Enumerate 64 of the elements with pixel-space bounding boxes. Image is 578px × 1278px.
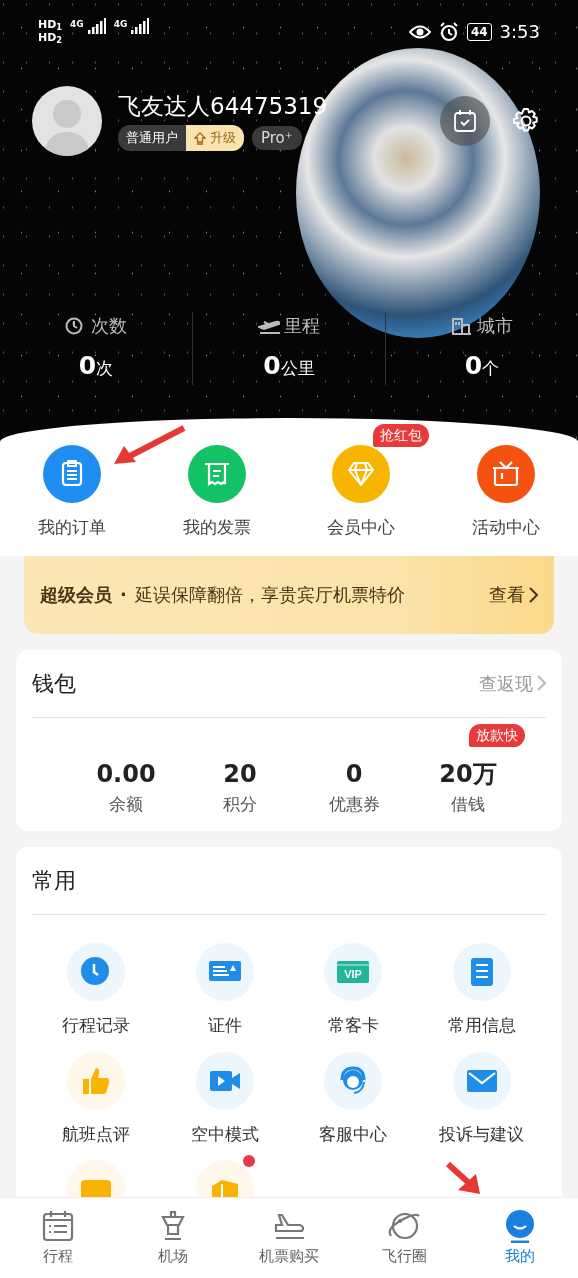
shortcut-item[interactable]: 常用信息 (417, 942, 546, 1040)
calendar-button[interactable] (440, 96, 490, 146)
shortcut-item[interactable]: 投诉与建议 (417, 1050, 546, 1148)
chevron-icon (537, 675, 546, 691)
sim-label: HD$_{1}$ (38, 18, 63, 31)
promo-badge: 抢红包 (373, 424, 429, 447)
shortcut-item[interactable]: 证件 (160, 942, 289, 1040)
annotation-arrow (446, 1162, 482, 1196)
stat-label: 次数 (91, 314, 127, 338)
shortcut-item[interactable]: VIP 常客卡 (289, 942, 418, 1040)
stat-label: 里程 (284, 314, 320, 338)
tab[interactable]: 机票购买 (231, 1198, 347, 1278)
membership-banner[interactable]: 超级会员 · 延误保障翻倍，享贵宾厅机票特价 查看 (24, 555, 554, 634)
quick-menu-item[interactable]: 我的订单 (32, 444, 113, 542)
stat-value: 0 (464, 350, 483, 382)
calendar-icon (452, 108, 478, 134)
eye-icon (408, 23, 431, 40)
chevron-icon (529, 586, 538, 603)
stat-unit: 次 (96, 357, 114, 380)
battery-indicator: 44 (466, 22, 492, 41)
view-link[interactable]: 查看 (489, 581, 538, 608)
tab[interactable]: 我的 (462, 1198, 578, 1278)
status-time: 3:53 (499, 20, 540, 44)
banner-text: 延误保障翻倍，享贵宾厅机票特价 (134, 583, 406, 607)
house-arrow-icon (194, 131, 206, 145)
tab[interactable]: 飞行圈 (346, 1198, 463, 1278)
alarm-icon (438, 21, 459, 42)
network-label: 4G (70, 18, 84, 31)
stat-label: 城市 (477, 314, 513, 338)
tab-icon (40, 1208, 75, 1243)
wallet-label[interactable]: 积分 (183, 791, 297, 817)
promo-badge: 放款快 (469, 723, 525, 747)
wallet-value[interactable]: 20万 (411, 755, 525, 792)
shortcut-item[interactable]: 客服中心 (289, 1050, 418, 1148)
wallet-label[interactable]: 借钱 (411, 791, 525, 817)
quick-menu-item[interactable]: 活动中心 (465, 444, 546, 542)
signal-icon (87, 18, 106, 34)
shortcut-item[interactable]: 空中模式 (160, 1050, 289, 1148)
card-title: 钱包 (32, 669, 76, 698)
banner-title: 超级会员 (40, 583, 112, 607)
tab[interactable]: 行程 (0, 1198, 116, 1278)
stat-icon (451, 316, 473, 335)
stat-unit: 公里 (280, 358, 315, 380)
network-label: 4G (113, 18, 128, 31)
sim-label: HD$_{2}$ (38, 31, 63, 44)
card-title: 常用 (32, 867, 76, 895)
shortcut-item[interactable]: 航班点评 (32, 1050, 161, 1148)
shortcut-item[interactable]: 行程记录 (32, 942, 161, 1040)
quick-menu-item[interactable]: 我的发票 (176, 444, 257, 542)
wallet-label[interactable]: 优惠券 (297, 791, 411, 817)
stat-value: 0 (263, 350, 281, 382)
separator-dot: · (120, 583, 127, 607)
stat-unit: 个 (482, 358, 500, 380)
user-level-tag: 普通用户 (118, 125, 186, 151)
upgrade-button[interactable]: 升级 (186, 125, 244, 151)
quick-menu-item[interactable]: 会员中心 (321, 444, 402, 542)
pro-tag[interactable]: Pro⁺ (252, 125, 302, 151)
wallet-label[interactable]: 余额 (69, 791, 183, 817)
tab[interactable]: 机场 (115, 1198, 232, 1278)
wallet-value[interactable]: 0.00 (69, 755, 183, 792)
signal-icon (131, 18, 150, 34)
wallet-value[interactable]: 20 (183, 755, 297, 792)
stat-value: 0 (78, 350, 97, 382)
wallet-value[interactable]: 0 (297, 755, 411, 792)
